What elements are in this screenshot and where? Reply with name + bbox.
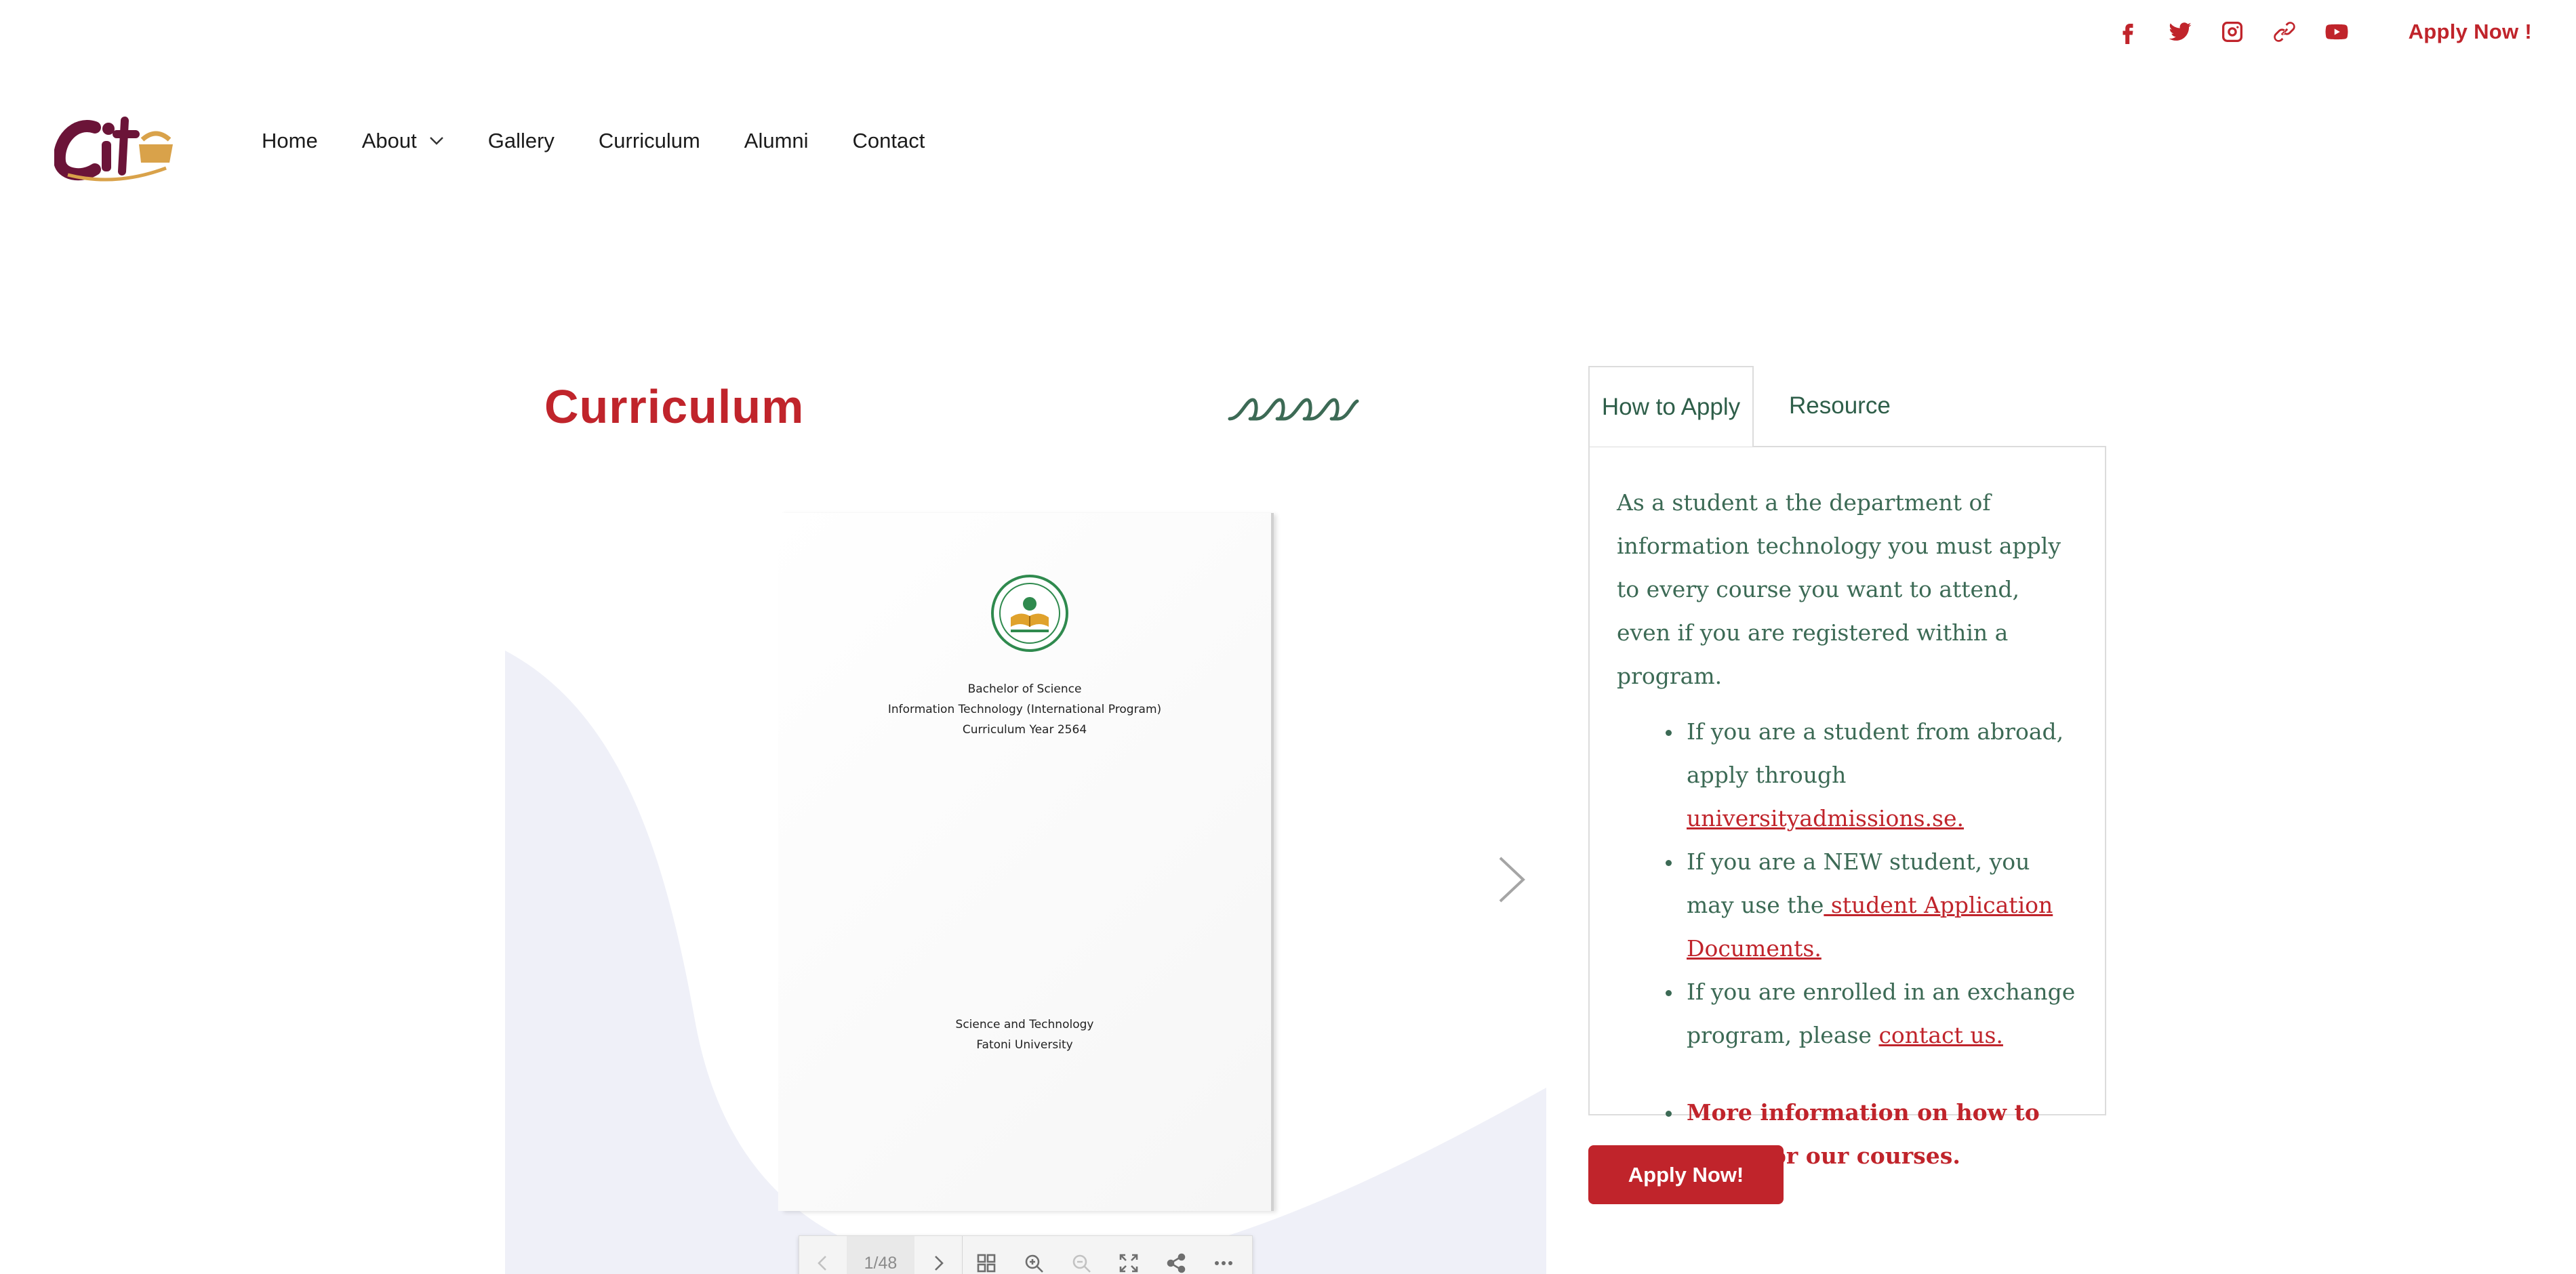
facebook-icon[interactable] (2114, 18, 2141, 45)
page-title: Curriculum (544, 380, 805, 433)
site-logo[interactable] (53, 107, 178, 185)
tab-how-to-apply[interactable]: How to Apply (1588, 366, 1754, 447)
contact-us-link[interactable]: contact us. (1878, 1022, 2003, 1048)
social-links (2114, 18, 2350, 45)
cover-footer-block: Science and Technology Fatoni University (778, 1014, 1271, 1055)
apply-bullet-list: If you are a student from abroad, apply … (1617, 710, 2078, 1178)
universityadmissions-link[interactable]: universityadmissions.se. (1687, 805, 1964, 831)
nav-contact[interactable]: Contact (853, 129, 925, 153)
tab-resource[interactable]: Resource (1754, 366, 1891, 445)
twitter-icon[interactable] (2167, 18, 2194, 45)
next-page-button[interactable] (914, 1236, 962, 1274)
share-icon (1167, 1253, 1186, 1273)
chevron-down-icon (429, 137, 443, 145)
nav-curriculum-label: Curriculum (598, 129, 700, 152)
university-seal-icon (991, 575, 1068, 652)
nav-curriculum[interactable]: Curriculum (599, 129, 700, 153)
bullet-text: If you are a student from abroad, apply … (1687, 718, 2064, 788)
apply-tabs: How to Apply Resource (1588, 366, 1891, 447)
zoom-in-icon (1025, 1254, 1043, 1273)
cover-line: Fatoni University (976, 1038, 1073, 1052)
fullscreen-button[interactable] (1105, 1236, 1152, 1274)
more-dots-icon (1215, 1261, 1232, 1265)
main-nav: Home About Gallery Curriculum Alumni Con… (262, 129, 969, 153)
nav-gallery-label: Gallery (487, 129, 555, 152)
more-options-button[interactable] (1200, 1236, 1247, 1274)
chevron-left-icon (818, 1256, 826, 1271)
prev-page-button[interactable] (799, 1236, 847, 1274)
youtube-icon[interactable] (2323, 18, 2350, 45)
nav-about[interactable]: About (362, 129, 444, 153)
nav-home-label: Home (262, 129, 318, 152)
page-indicator: 1/48 (847, 1236, 914, 1274)
nav-home[interactable]: Home (262, 129, 318, 153)
document-page[interactable]: Bachelor of Science Information Technolo… (778, 513, 1271, 1211)
apply-now-top-link[interactable]: Apply Now ! (2409, 20, 2532, 44)
how-to-apply-panel: As a student a the department of informa… (1588, 446, 2106, 1169)
list-item: If you are enrolled in an exchange progr… (1666, 970, 2078, 1057)
zoom-out-icon (1072, 1254, 1091, 1273)
cover-title-block: Bachelor of Science Information Technolo… (778, 679, 1271, 740)
top-bar: Apply Now ! (2114, 12, 2532, 52)
cover-line: Curriculum Year 2564 (962, 723, 1087, 737)
share-button[interactable] (1152, 1236, 1200, 1274)
flipbook-viewer: Bachelor of Science Information Technolo… (505, 491, 1546, 1274)
nav-contact-label: Contact (852, 129, 925, 152)
grid-icon (977, 1254, 996, 1273)
intro-text: As a student a the department of informa… (1617, 489, 2061, 689)
zoom-out-button[interactable] (1058, 1236, 1105, 1274)
apply-now-button[interactable]: Apply Now! (1588, 1145, 1784, 1204)
instagram-icon[interactable] (2219, 18, 2246, 45)
fullscreen-icon (1119, 1254, 1138, 1273)
viewer-toolbar: 1/48 (799, 1235, 1253, 1274)
nav-alumni-label: Alumni (744, 129, 809, 152)
list-item: If you are a NEW student, you may use th… (1666, 840, 2078, 970)
cover-line: Bachelor of Science (967, 682, 1082, 696)
cover-line: Information Technology (International Pr… (887, 703, 1162, 716)
chevron-right-icon (935, 1256, 944, 1271)
decorative-squiggle (1228, 398, 1359, 421)
thumbnails-button[interactable] (963, 1236, 1010, 1274)
zoom-in-button[interactable] (1010, 1236, 1058, 1274)
next-page-arrow-icon[interactable] (1495, 854, 1529, 905)
link-icon[interactable] (2271, 18, 2298, 45)
nav-about-label: About (361, 129, 417, 152)
nav-gallery[interactable]: Gallery (488, 129, 555, 153)
nav-alumni[interactable]: Alumni (744, 129, 809, 153)
cover-line: Science and Technology (955, 1018, 1094, 1031)
list-item: If you are a student from abroad, apply … (1666, 710, 2078, 840)
